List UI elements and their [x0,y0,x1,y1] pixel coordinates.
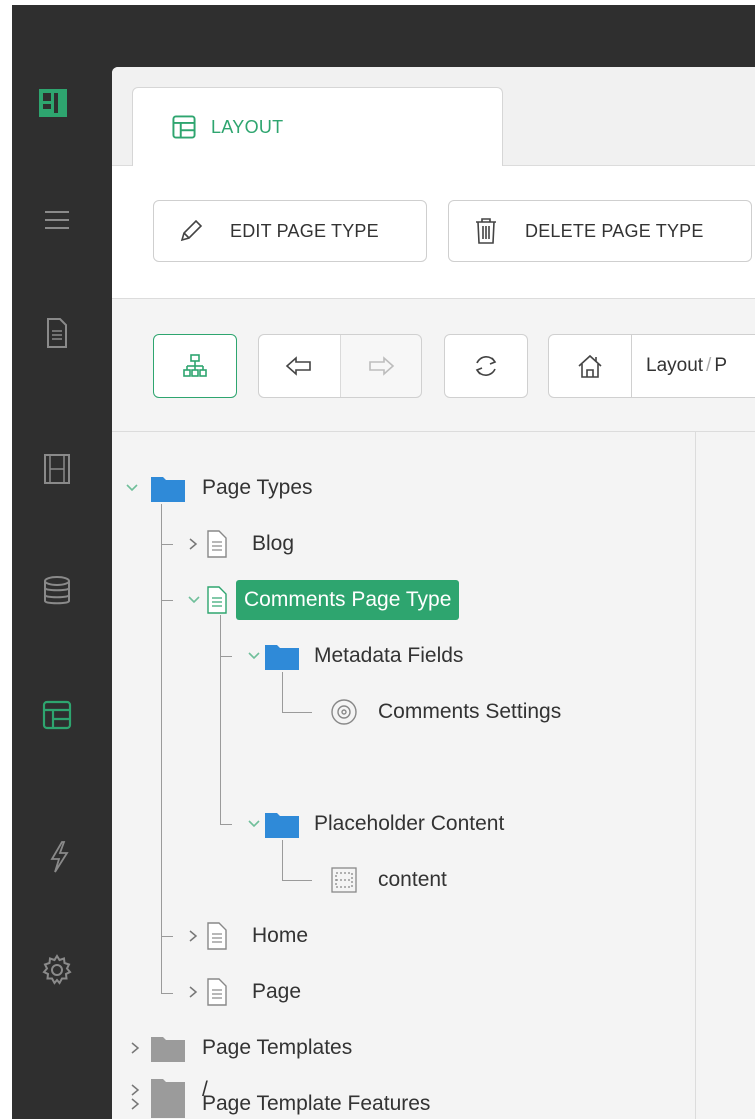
pencil-icon [180,219,203,242]
folder-icon [151,1079,185,1104]
breadcrumb[interactable]: Layout / P [631,334,755,398]
gear-icon[interactable] [40,953,74,987]
placeholder-icon [331,867,357,893]
chevron-right-icon[interactable] [128,1040,142,1056]
folder-icon [151,1037,185,1062]
home-icon [578,354,602,378]
edit-page-type-button[interactable]: EDIT PAGE TYPE [153,200,427,262]
delete-page-type-button[interactable]: DELETE PAGE TYPE [448,200,752,262]
arrow-right-icon [368,356,394,376]
chevron-right-icon[interactable] [128,1082,142,1098]
tree-node-page-templates[interactable]: Page Templates [128,1030,352,1066]
trash-icon [476,218,496,244]
history-nav-group [258,334,422,398]
nav-toolbar: Layout / P [112,299,755,432]
chevron-right-icon[interactable] [186,928,200,944]
chevron-down-icon[interactable] [246,816,262,832]
folder-icon [151,477,185,502]
lightning-icon[interactable] [42,840,76,874]
page-icon[interactable] [40,316,74,350]
sitemap-icon [183,354,207,377]
tab-label: LAYOUT [211,116,284,137]
page-icon [207,530,227,558]
tree-node-home[interactable]: Home [186,918,308,954]
edit-page-type-label: EDIT PAGE TYPE [230,220,379,241]
page-type-tree: Page Types Blog Comments Page Type Metad… [112,432,695,1119]
breadcrumb-next[interactable]: P [714,355,727,377]
tab-strip: LAYOUT [112,67,755,166]
media-icon[interactable] [40,452,74,486]
tree-label: Comments Page Type [236,580,460,620]
tree-label: / [202,1078,208,1101]
delete-page-type-label: DELETE PAGE TYPE [525,220,704,241]
folder-icon [265,645,299,670]
content-pane [695,432,755,1119]
tree-label: Page Templates [202,1036,353,1059]
tree-node-metadata-fields[interactable]: Metadata Fields [246,638,463,674]
breadcrumb-layout[interactable]: Layout [646,355,703,377]
tab-layout[interactable]: LAYOUT [132,87,503,166]
action-toolbar: EDIT PAGE TYPE DELETE PAGE TYPE [112,166,755,299]
settings-disc-icon [331,699,357,725]
tree-label: Page Template Features [202,1092,431,1115]
layout-icon [172,115,196,139]
database-icon[interactable] [40,574,74,608]
tree-node-page-types[interactable]: Page Types [124,470,313,506]
main-panel: LAYOUT EDIT PAGE TYPE DELETE PAGE TYPE L… [112,67,755,1119]
tree-node-page[interactable]: Page [186,974,301,1010]
logo-icon[interactable] [36,86,70,120]
chevron-down-icon[interactable] [124,480,140,496]
tree-node-blog[interactable]: Blog [186,526,294,562]
tree-label: content [378,868,447,891]
breadcrumb-separator: / [706,355,712,376]
refresh-button[interactable] [444,334,528,398]
folder-icon [265,813,299,838]
menu-icon[interactable] [40,203,74,237]
tree-label: Page [252,980,302,1003]
tree-label: Metadata Fields [314,644,464,667]
forward-button[interactable] [341,335,422,397]
app-window: LAYOUT EDIT PAGE TYPE DELETE PAGE TYPE L… [0,0,755,1119]
chevron-down-icon[interactable] [246,648,262,664]
chevron-right-icon[interactable] [186,984,200,1000]
tree-node-comments-page-type[interactable]: Comments Page Type [186,580,460,620]
arrow-left-icon [286,356,312,376]
tree-node-content[interactable]: content [330,862,447,898]
chevron-right-icon[interactable] [186,536,200,552]
tree-label: Blog [252,532,295,555]
home-button[interactable] [548,334,632,398]
sitemap-button[interactable] [153,334,237,398]
tree-label: Page Types [202,476,313,499]
page-icon [207,586,227,614]
tree-label: Comments Settings [378,700,562,723]
refresh-icon [475,356,497,376]
page-icon [207,978,227,1006]
tree-node-root-slash[interactable]: / [128,1072,208,1108]
page-icon [207,922,227,950]
layout-icon[interactable] [40,698,74,732]
tree-node-comments-settings[interactable]: Comments Settings [330,694,561,730]
tree-label: Placeholder Content [314,812,505,835]
back-button[interactable] [259,335,341,397]
tree-label: Home [252,924,309,947]
chevron-down-icon[interactable] [186,592,202,608]
tree-node-placeholder-content[interactable]: Placeholder Content [246,806,504,842]
